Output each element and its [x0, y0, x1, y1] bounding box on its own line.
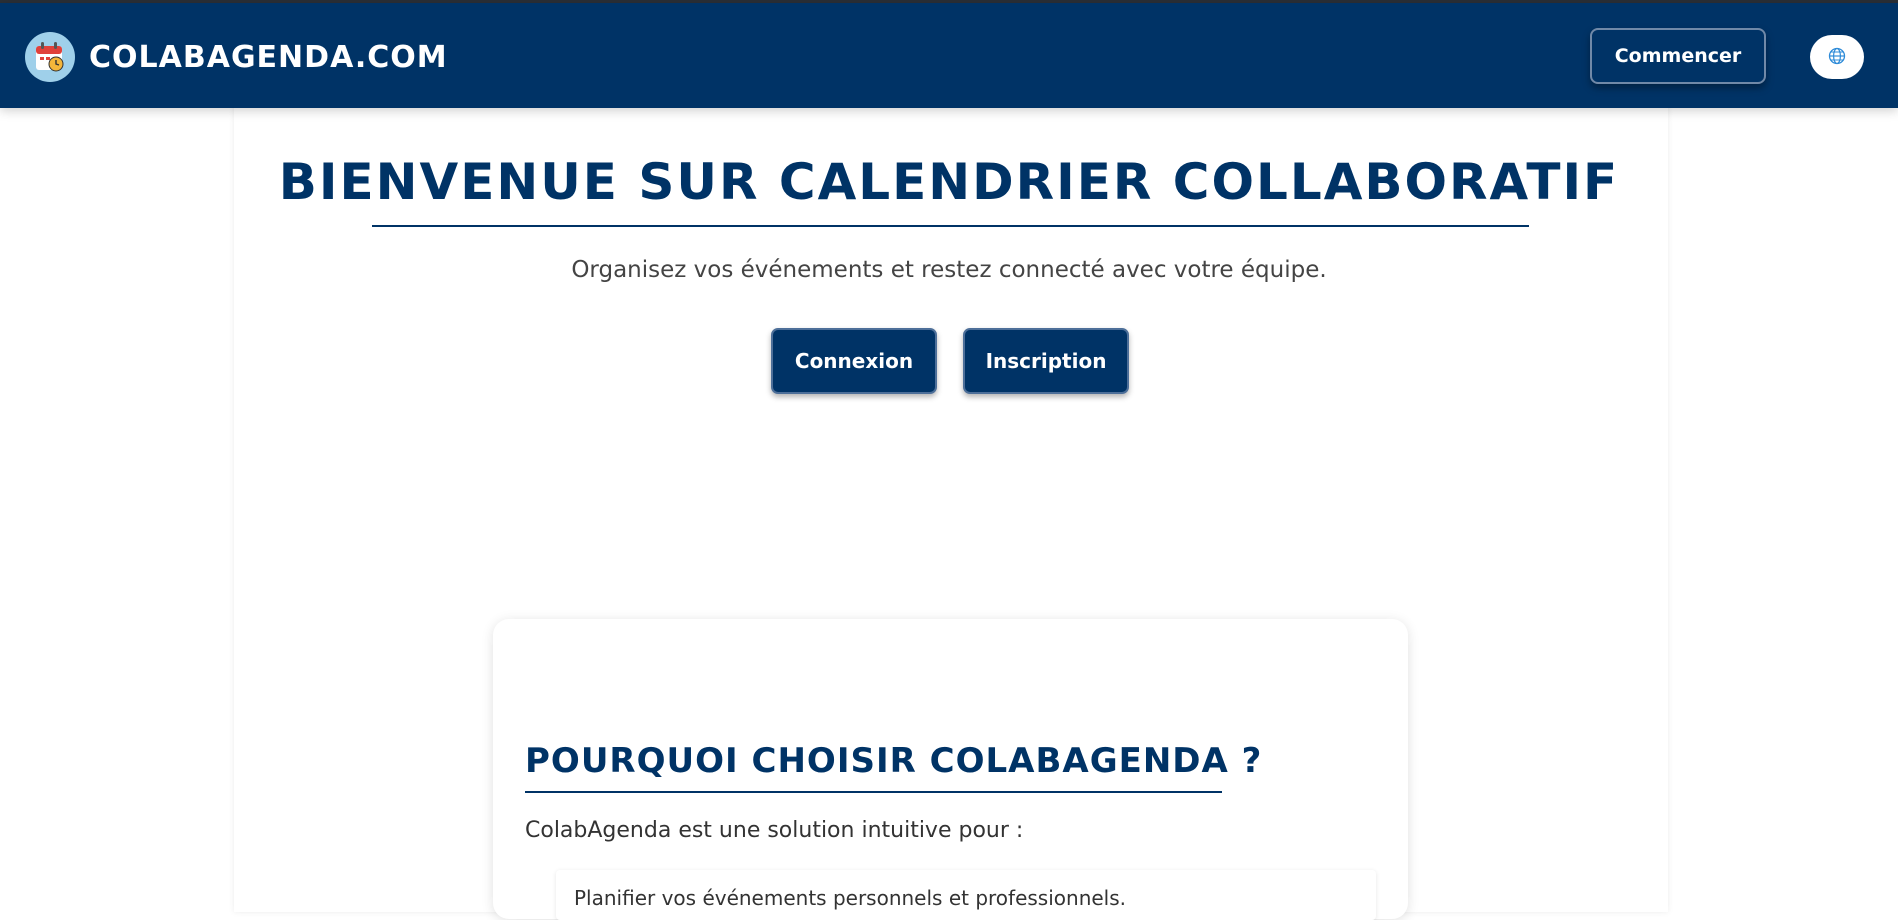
language-button[interactable] — [1810, 35, 1864, 79]
brand-name: COLABAGENDA.COM — [89, 39, 448, 75]
top-navbar: COLABAGENDA.COM Commencer — [0, 3, 1898, 108]
hero-title-underline — [372, 225, 1529, 227]
why-section-title: POURQUOI CHOISIR COLABAGENDA ? — [525, 741, 1263, 781]
feature-list-item: Planifier vos événements personnels et p… — [556, 870, 1376, 920]
hero-subtitle: Organisez vos événements et restez conne… — [571, 257, 1327, 283]
brand[interactable]: COLABAGENDA.COM — [25, 32, 448, 82]
feature-text: Planifier vos événements personnels et p… — [574, 886, 1127, 910]
why-intro-text: ColabAgenda est une solution intuitive p… — [525, 818, 1024, 843]
calendar-clock-icon — [25, 32, 75, 82]
globe-icon — [1828, 47, 1846, 68]
hero-title: BIENVENUE SUR CALENDRIER COLLABORATIF — [278, 153, 1620, 211]
register-button[interactable]: Inscription — [963, 328, 1129, 394]
start-button[interactable]: Commencer — [1590, 28, 1766, 84]
login-button[interactable]: Connexion — [771, 328, 937, 394]
why-title-underline — [525, 791, 1222, 793]
